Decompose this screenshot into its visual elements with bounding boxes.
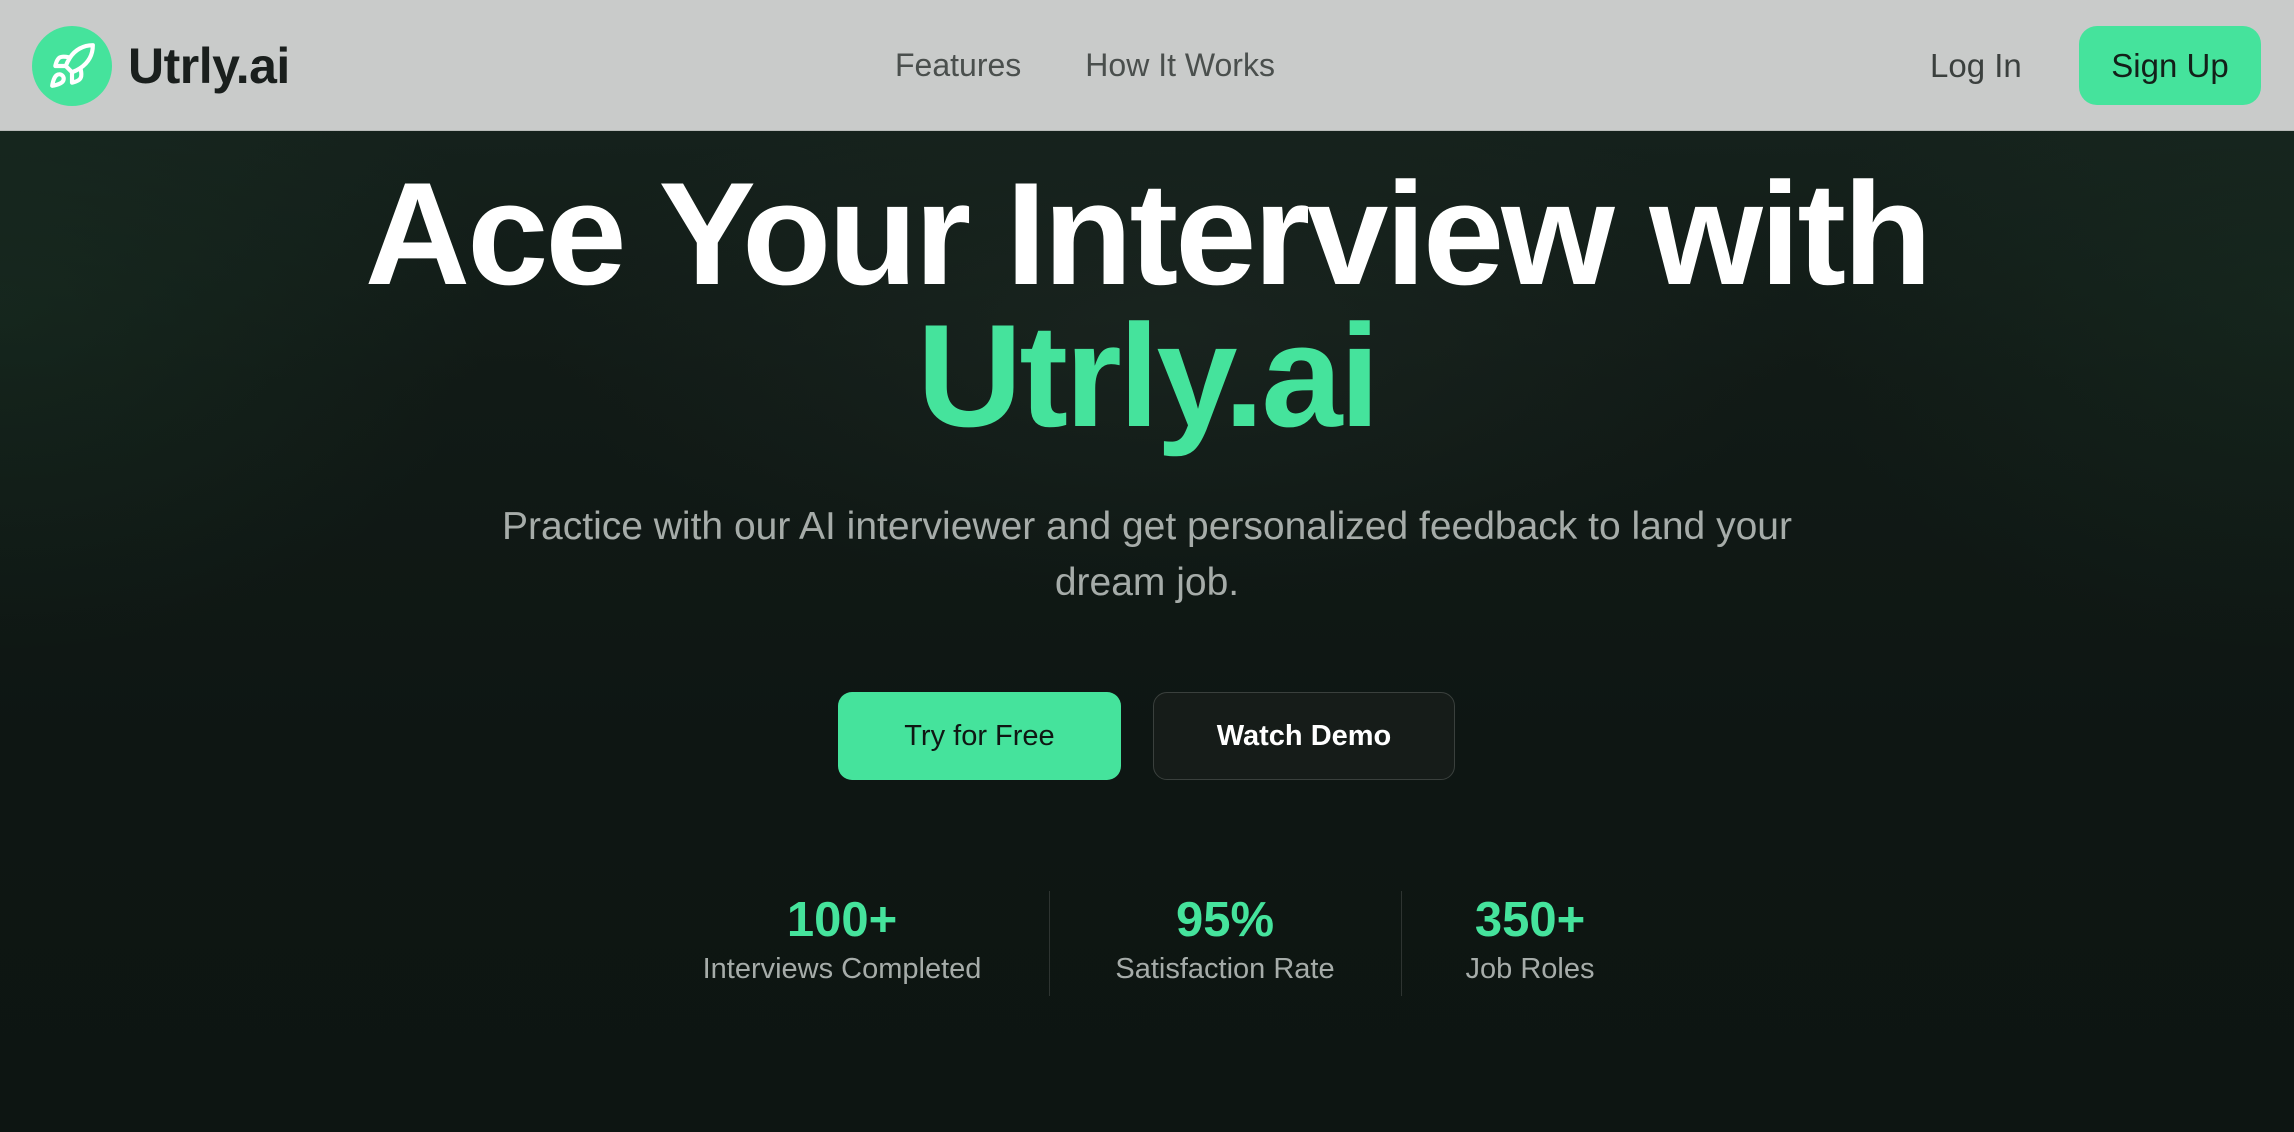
stat-interviews: 100+ Interviews Completed xyxy=(697,756,987,986)
stat-label: Interviews Completed xyxy=(702,953,982,985)
stat-value: 95% xyxy=(1175,893,1275,947)
hero-headline: Ace Your Interview with xyxy=(364,152,1932,315)
stat-value: 350+ xyxy=(1474,893,1586,947)
stat-divider xyxy=(1049,891,1050,996)
logo-link[interactable]: Utrly.ai xyxy=(32,26,290,106)
nav-link-features[interactable]: Features xyxy=(895,47,1021,84)
navbar: Utrly.ai Features How It Works Log In Si… xyxy=(0,0,2294,131)
signup-button[interactable]: Sign Up xyxy=(2079,26,2261,105)
stat-value: 100+ xyxy=(786,893,898,947)
hero-subtitle: Practice with our AI interviewer and get… xyxy=(502,505,1792,604)
logo-text: Utrly.ai xyxy=(128,38,290,94)
nav-links: Features How It Works xyxy=(895,0,1339,131)
rocket-icon xyxy=(32,26,112,106)
nav-link-how-it-works[interactable]: How It Works xyxy=(1085,47,1275,84)
hero-headline-brand: Utrly.ai xyxy=(916,294,1380,457)
stat-divider xyxy=(1401,891,1402,996)
try-for-free-button[interactable]: Try for Free xyxy=(838,692,1121,780)
stat-label: Satisfaction Rate xyxy=(1115,953,1335,985)
stat-satisfaction: 95% Satisfaction Rate xyxy=(1100,756,1350,986)
watch-demo-button[interactable]: Watch Demo xyxy=(1153,692,1455,780)
stat-job-roles: 350+ Job Roles xyxy=(1430,756,1630,986)
login-link[interactable]: Log In xyxy=(1930,0,2022,131)
stat-label: Job Roles xyxy=(1465,953,1595,985)
